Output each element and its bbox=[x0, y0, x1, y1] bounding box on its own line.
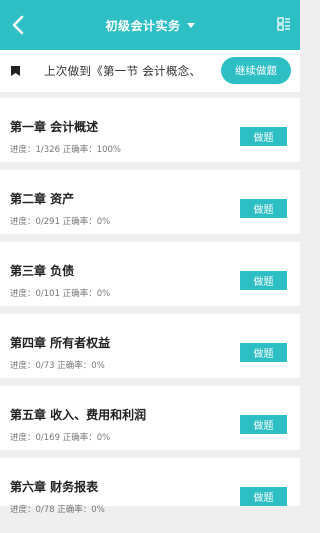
chapter-progress: 进度：0/169 正确率：0% bbox=[10, 433, 111, 443]
chapter-item: 第五章 收入、费用和利润 进度：0/169 正确率：0% 做题 bbox=[0, 386, 300, 450]
page-title: 初级会计实务 bbox=[105, 18, 181, 33]
bookmark-icon bbox=[11, 66, 20, 76]
chapter-item: 第四章 所有者权益 进度：0/73 正确率：0% 做题 bbox=[0, 314, 300, 378]
list-menu-icon[interactable] bbox=[277, 17, 291, 31]
chapter-progress: 进度：0/73 正确率：0% bbox=[10, 361, 105, 371]
continue-button[interactable]: 继续做题 bbox=[221, 57, 291, 84]
title-dropdown[interactable]: 初级会计实务 bbox=[0, 0, 300, 50]
resume-text: 上次做到《第一节 会计概念、 bbox=[44, 64, 202, 78]
chapter-progress: 进度：0/291 正确率：0% bbox=[10, 217, 111, 227]
chapter-item: 第六章 财务报表 进度：0/78 正确率：0% 做题 bbox=[0, 458, 300, 515]
caret-down-icon bbox=[186, 23, 195, 28]
chapter-title: 第一章 会计概述 bbox=[10, 120, 99, 134]
app-header: 初级会计实务 bbox=[0, 0, 300, 50]
chapter-item: 第一章 会计概述 进度：1/326 正确率：100% 做题 bbox=[0, 98, 300, 162]
do-exercise-button[interactable]: 做题 bbox=[240, 487, 287, 506]
do-exercise-button[interactable]: 做题 bbox=[240, 343, 287, 362]
chapter-title: 第三章 负债 bbox=[10, 264, 75, 278]
chapter-item: 第三章 负债 进度：0/101 正确率：0% 做题 bbox=[0, 242, 300, 306]
chapter-title: 第五章 收入、费用和利润 bbox=[10, 408, 147, 422]
chapter-progress: 进度：1/326 正确率：100% bbox=[10, 145, 121, 155]
chapter-list: 第一章 会计概述 进度：1/326 正确率：100% 做题 第二章 资产 进度：… bbox=[0, 98, 300, 515]
chapter-title: 第二章 资产 bbox=[10, 192, 75, 206]
chapter-progress: 进度：0/101 正确率：0% bbox=[10, 289, 111, 299]
do-exercise-button[interactable]: 做题 bbox=[240, 127, 287, 146]
do-exercise-button[interactable]: 做题 bbox=[240, 199, 287, 218]
chapter-progress: 进度：0/78 正确率：0% bbox=[10, 505, 105, 515]
do-exercise-button[interactable]: 做题 bbox=[240, 415, 287, 434]
chapter-title: 第六章 财务报表 bbox=[10, 480, 99, 494]
chapter-item: 第二章 资产 进度：0/291 正确率：0% 做题 bbox=[0, 170, 300, 234]
do-exercise-button[interactable]: 做题 bbox=[240, 271, 287, 290]
chapter-title: 第四章 所有者权益 bbox=[10, 336, 111, 350]
